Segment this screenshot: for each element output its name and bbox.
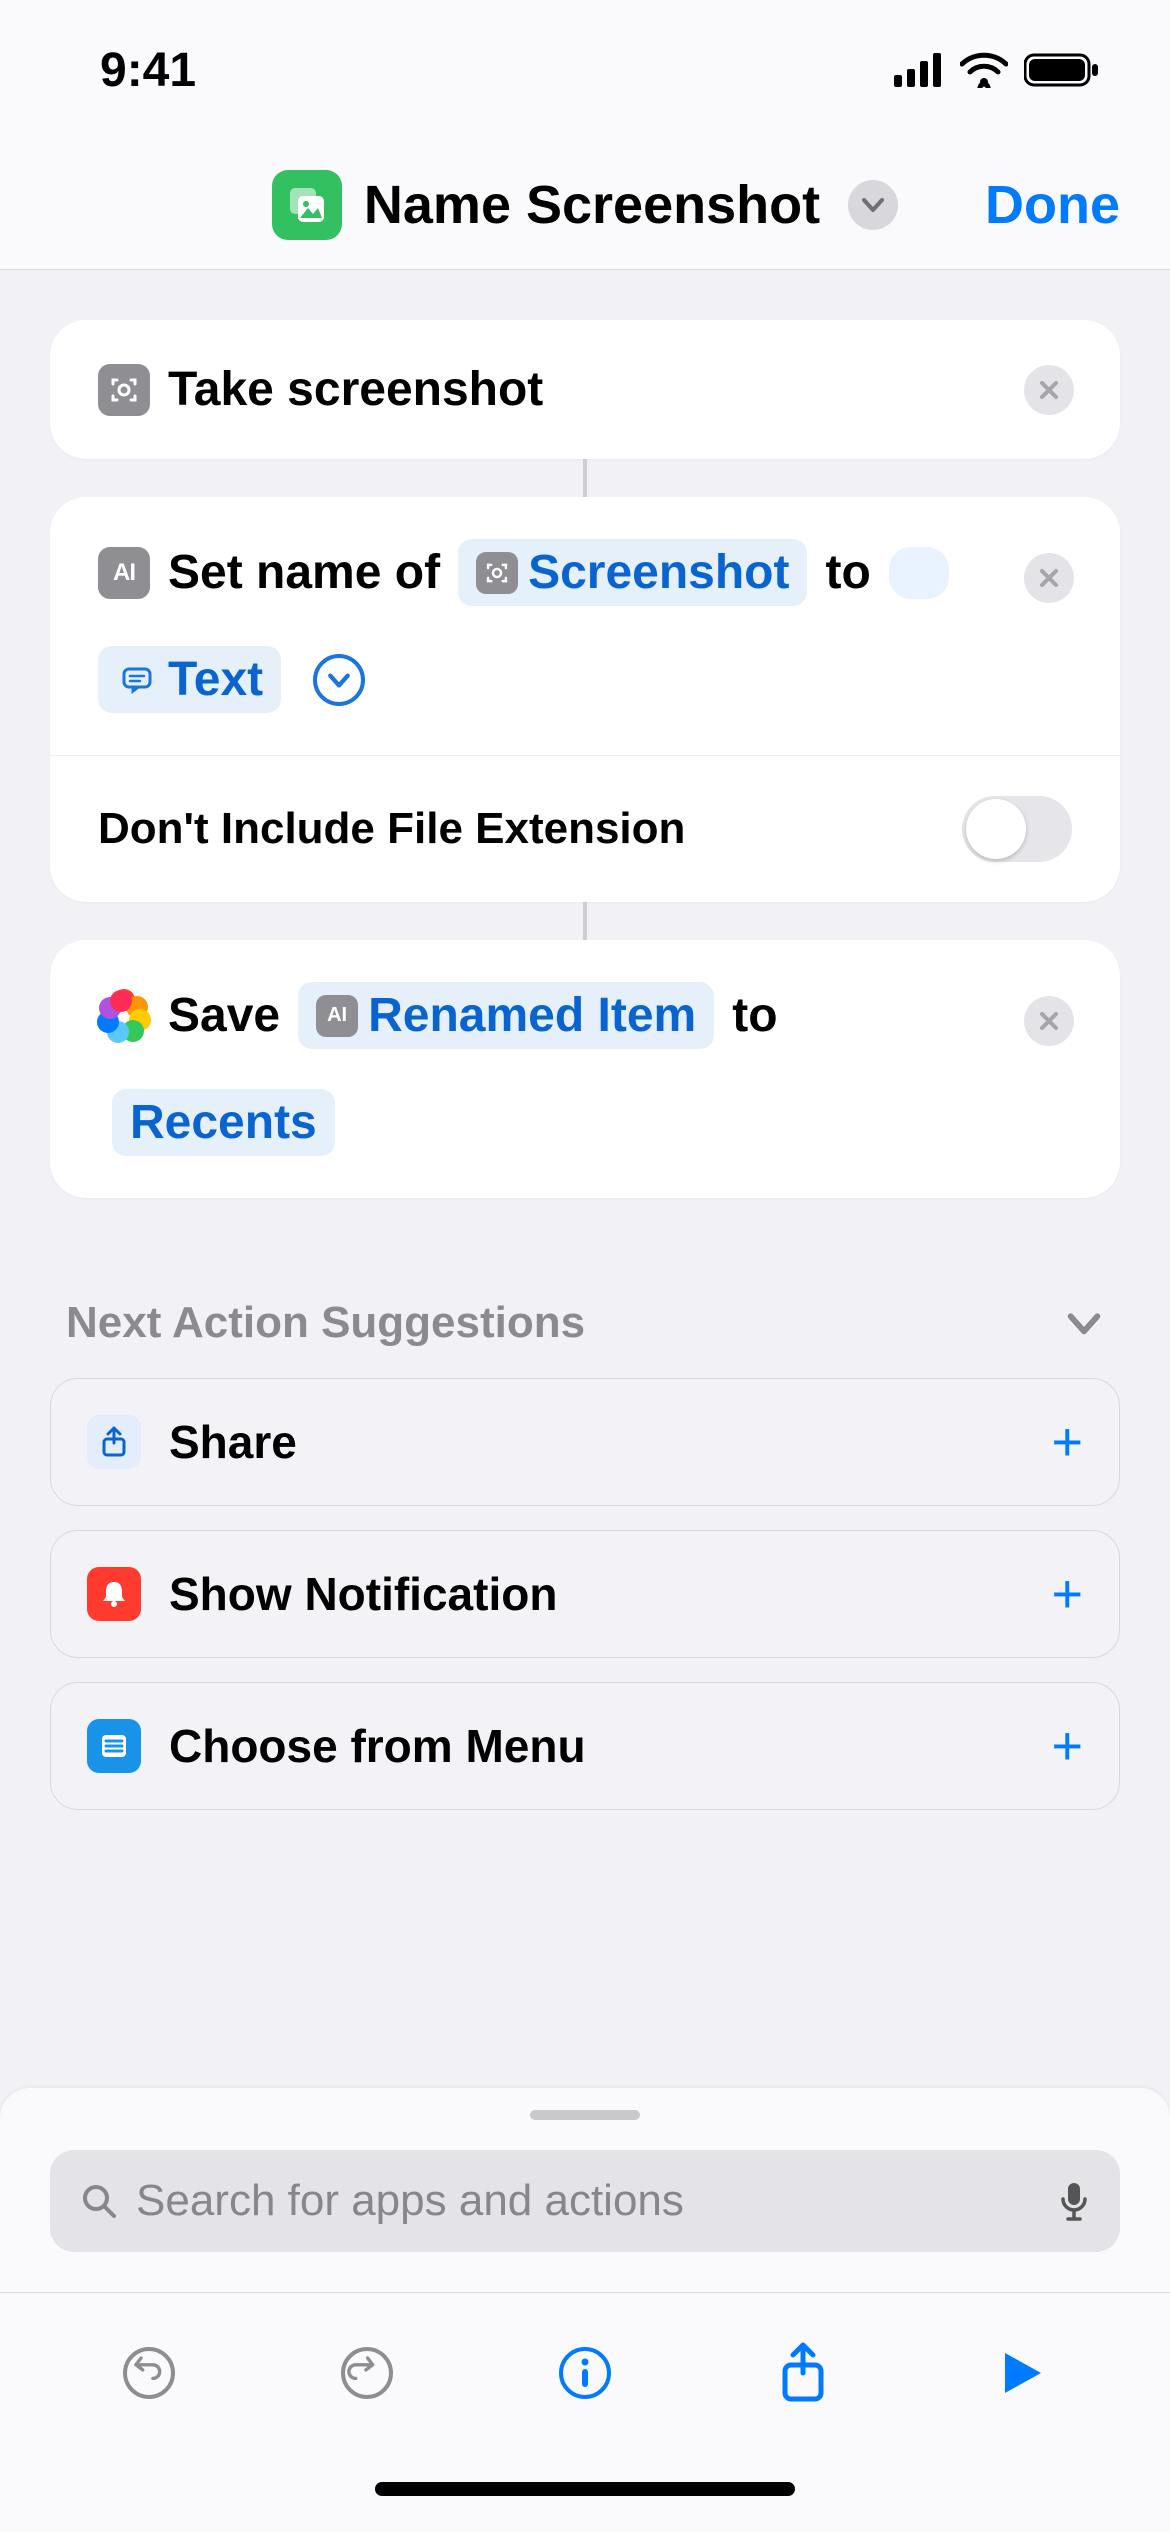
redo-button[interactable] — [335, 2341, 399, 2405]
play-icon — [995, 2347, 1047, 2399]
undo-button[interactable] — [117, 2341, 181, 2405]
header-title-group[interactable]: Name Screenshot — [272, 170, 898, 240]
rename-icon: AI — [316, 995, 358, 1037]
album-recents[interactable]: Recents — [112, 1089, 335, 1156]
delete-action-button[interactable] — [1024, 996, 1074, 1046]
action-connector — [583, 459, 587, 497]
run-button[interactable] — [989, 2341, 1053, 2405]
status-icons — [894, 52, 1100, 88]
status-time: 9:41 — [100, 43, 196, 98]
search-placeholder: Search for apps and actions — [136, 2176, 1040, 2226]
chevron-down-icon — [861, 193, 885, 217]
close-icon — [1038, 1010, 1060, 1032]
shortcut-editor-content: Take screenshot AI Set name of Screensho… — [0, 270, 1170, 2088]
variable-renamed-item[interactable]: AI Renamed Item — [298, 982, 714, 1049]
suggestion-share[interactable]: Share + — [50, 1378, 1120, 1506]
rename-icon: AI — [98, 547, 150, 599]
search-icon — [80, 2182, 118, 2220]
variable-label: Renamed Item — [368, 988, 696, 1043]
add-suggestion-button[interactable]: + — [1051, 1563, 1083, 1625]
chevron-down-icon — [326, 667, 352, 693]
set-name-mid: to — [825, 545, 870, 600]
home-indicator — [0, 2452, 1170, 2532]
nav-header: Name Screenshot Done — [0, 140, 1170, 270]
bell-icon — [87, 1567, 141, 1621]
mic-icon[interactable] — [1058, 2179, 1090, 2223]
action-save-to-photos[interactable]: Save AI Renamed Item to Recents — [50, 940, 1120, 1198]
action-set-name[interactable]: AI Set name of Screenshot to Text — [50, 497, 1120, 902]
cellular-icon — [894, 53, 944, 87]
option-switch[interactable] — [962, 796, 1072, 862]
save-prefix: Save — [168, 988, 280, 1043]
album-label: Recents — [130, 1095, 317, 1150]
battery-icon — [1024, 52, 1100, 88]
suggestion-label: Show Notification — [169, 1567, 557, 1621]
action-search-sheet[interactable]: Search for apps and actions — [0, 2088, 1170, 2292]
add-suggestion-button[interactable]: + — [1051, 1715, 1083, 1777]
undo-icon — [121, 2345, 177, 2401]
action-take-screenshot[interactable]: Take screenshot — [50, 320, 1120, 459]
text-bubble-icon — [116, 659, 158, 701]
info-button[interactable] — [553, 2341, 617, 2405]
camera-viewfinder-icon — [476, 552, 518, 594]
variable-label: Text — [168, 652, 263, 707]
share-icon — [87, 1415, 141, 1469]
status-bar: 9:41 — [0, 0, 1170, 140]
chevron-down-icon — [1064, 1303, 1104, 1343]
close-icon — [1038, 567, 1060, 589]
name-value-field[interactable] — [889, 547, 949, 599]
action-connector — [583, 902, 587, 940]
search-input[interactable]: Search for apps and actions — [50, 2150, 1120, 2252]
set-name-prefix: Set name of — [168, 545, 440, 600]
variable-screenshot[interactable]: Screenshot — [458, 539, 807, 606]
camera-viewfinder-icon — [98, 364, 150, 416]
suggestions-header[interactable]: Next Action Suggestions — [66, 1298, 1104, 1348]
variable-text[interactable]: Text — [98, 646, 281, 713]
done-button[interactable]: Done — [985, 174, 1120, 236]
delete-action-button[interactable] — [1024, 365, 1074, 415]
expand-options-button[interactable] — [313, 654, 365, 706]
photos-stack-icon — [286, 184, 328, 226]
delete-action-button[interactable] — [1024, 553, 1074, 603]
info-icon — [557, 2345, 613, 2401]
add-suggestion-button[interactable]: + — [1051, 1411, 1083, 1473]
suggestion-show-notification[interactable]: Show Notification + — [50, 1530, 1120, 1658]
suggestion-choose-from-menu[interactable]: Choose from Menu + — [50, 1682, 1120, 1810]
editor-toolbar — [0, 2292, 1170, 2452]
option-dont-include-extension: Don't Include File Extension — [50, 755, 1120, 902]
variable-label: Screenshot — [528, 545, 789, 600]
suggestion-label: Choose from Menu — [169, 1719, 586, 1773]
sheet-grabber[interactable] — [530, 2110, 640, 2120]
title-menu-button[interactable] — [848, 180, 898, 230]
shortcut-title: Name Screenshot — [364, 174, 820, 236]
suggestions-title: Next Action Suggestions — [66, 1298, 585, 1348]
share-button[interactable] — [771, 2341, 835, 2405]
redo-icon — [339, 2345, 395, 2401]
photos-app-icon — [98, 990, 150, 1042]
action-label: Take screenshot — [168, 362, 543, 417]
share-icon — [775, 2341, 831, 2405]
close-icon — [1038, 379, 1060, 401]
save-mid: to — [732, 988, 777, 1043]
suggestion-label: Share — [169, 1415, 297, 1469]
menu-list-icon — [87, 1719, 141, 1773]
option-label: Don't Include File Extension — [98, 804, 685, 854]
shortcut-app-icon — [272, 170, 342, 240]
wifi-icon — [960, 52, 1008, 88]
